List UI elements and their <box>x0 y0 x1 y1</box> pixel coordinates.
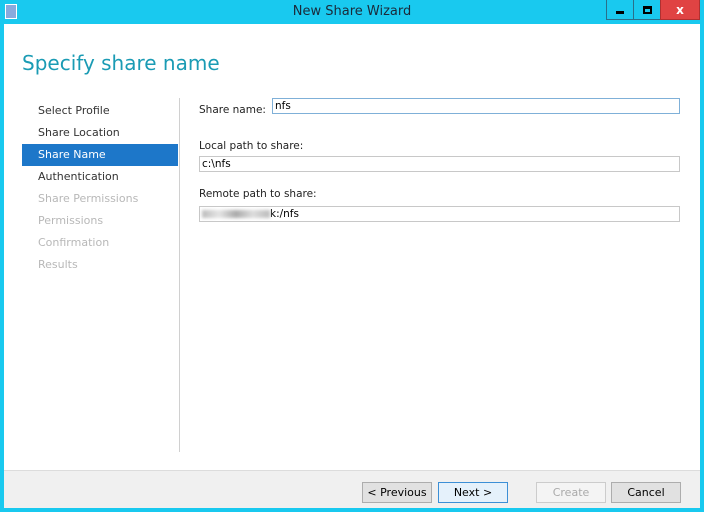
divider <box>179 98 180 452</box>
page-title: Specify share name <box>22 51 220 75</box>
maximize-icon <box>642 5 652 14</box>
next-button[interactable]: Next > <box>438 482 508 503</box>
step-share-permissions: Share Permissions <box>38 192 139 205</box>
remote-path-label: Remote path to share: <box>199 188 317 200</box>
step-permissions: Permissions <box>38 214 104 227</box>
minimize-button[interactable] <box>606 0 634 20</box>
window-title: New Share Wizard <box>292 4 412 19</box>
minimize-icon <box>616 10 624 14</box>
wizard-body: Specify share name Select Profile Share … <box>4 24 700 508</box>
maximize-button[interactable] <box>633 0 661 20</box>
previous-button[interactable]: < Previous <box>362 482 432 503</box>
share-name-input[interactable]: nfs <box>272 98 680 114</box>
share-name-label: Share name: <box>199 104 266 116</box>
cancel-button[interactable]: Cancel <box>611 482 681 503</box>
close-button[interactable]: x <box>660 0 700 20</box>
step-results: Results <box>38 258 78 271</box>
step-share-location[interactable]: Share Location <box>22 122 178 144</box>
step-confirmation: Confirmation <box>38 236 110 249</box>
local-path-input[interactable]: c:\nfs <box>199 156 680 172</box>
step-share-name[interactable]: Share Name <box>22 144 178 166</box>
remote-path-input[interactable]: k:/nfs <box>199 206 680 222</box>
step-select-profile[interactable]: Select Profile <box>22 100 178 122</box>
title-bar: New Share Wizard x <box>0 0 704 24</box>
wizard-footer: < Previous Next > Create Cancel <box>4 470 700 508</box>
remote-path-value: k:/nfs <box>270 208 299 220</box>
local-path-label: Local path to share: <box>199 140 304 152</box>
step-authentication[interactable]: Authentication <box>22 166 178 188</box>
redacted-hostname <box>202 210 270 218</box>
create-button: Create <box>536 482 606 503</box>
wizard-steps: Select Profile Share Location Share Name… <box>22 100 178 276</box>
